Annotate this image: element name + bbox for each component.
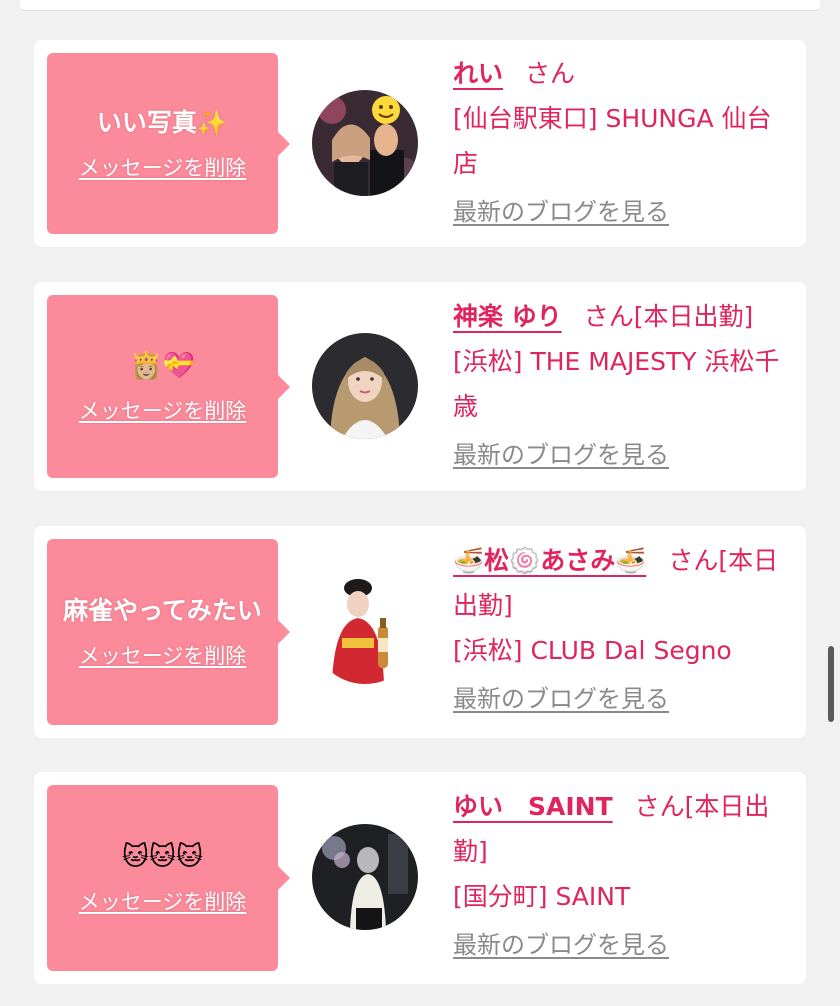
message-text: 👸🏼💝	[130, 350, 195, 381]
message-text: 🐱🐱🐱	[121, 842, 204, 872]
favorite-card: 麻雀やってみたい メッセージを削除 🍜松🍥あさみ🍜 さん[本日出勤] [浜松] C…	[34, 526, 806, 738]
info-block: ゆい SAINT さん[本日出勤] [国分町] SAINT 最新のブログを見る	[453, 784, 793, 967]
shop-name: [浜松] THE MAJESTY 浜松千歳	[453, 347, 780, 421]
shop-name: [国分町] SAINT	[453, 882, 631, 911]
avatar-photo	[312, 578, 418, 684]
delete-message-link[interactable]: メッセージを削除	[79, 888, 247, 916]
previous-card-edge	[0, 0, 840, 24]
info-block: 神楽 ゆり さん[本日出勤] [浜松] THE MAJESTY 浜松千歳 最新のブ…	[453, 294, 793, 477]
blog-link[interactable]: 最新のブログを見る	[453, 196, 669, 228]
san-suffix: さん	[668, 546, 719, 575]
avatar[interactable]	[312, 578, 418, 684]
san-suffix: さん	[525, 59, 576, 88]
message-box: 麻雀やってみたい メッセージを削除	[47, 539, 290, 725]
info-block: 🍜松🍥あさみ🍜 さん[本日出勤] [浜松] CLUB Dal Segno 最新のブ…	[453, 538, 793, 721]
avatar-photo	[312, 824, 418, 930]
avatar-photo	[312, 90, 418, 196]
favorite-card: 🐱🐱🐱 メッセージを削除 ゆい SAINT さん[本日出勤] [国分町] SAIN…	[34, 772, 806, 984]
avatar[interactable]	[312, 824, 418, 930]
message-box: 👸🏼💝 メッセージを削除	[47, 295, 290, 478]
avatar[interactable]	[312, 333, 418, 439]
info-block: れい さん [仙台駅東口] SHUNGA 仙台店 最新のブログを見る	[453, 51, 793, 234]
avatar-photo	[312, 333, 418, 439]
delete-message-link[interactable]: メッセージを削除	[79, 154, 247, 182]
work-status: [本日出勤]	[633, 302, 754, 331]
delete-message-link[interactable]: メッセージを削除	[79, 642, 247, 670]
delete-message-link[interactable]: メッセージを削除	[79, 397, 247, 425]
cast-name-link[interactable]: 神楽 ゆり	[453, 302, 562, 331]
shop-name: [浜松] CLUB Dal Segno	[453, 636, 732, 665]
cast-name-link[interactable]: ゆい SAINT	[453, 792, 613, 821]
scrollbar[interactable]	[828, 646, 834, 722]
blog-link[interactable]: 最新のブログを見る	[453, 683, 669, 715]
cast-name-link[interactable]: れい	[453, 59, 503, 88]
message-text: 麻雀やってみたい	[63, 596, 262, 625]
message-text: いい写真✨	[96, 107, 229, 137]
blog-link[interactable]: 最新のブログを見る	[453, 439, 669, 471]
san-suffix: さん	[583, 302, 634, 331]
avatar[interactable]	[312, 90, 418, 196]
message-box: 🐱🐱🐱 メッセージを削除	[47, 785, 290, 971]
favorite-card: いい写真✨ メッセージを削除 れい さん [仙台駅東口] SHUNGA 仙台店 最…	[34, 40, 806, 247]
blog-link[interactable]: 最新のブログを見る	[453, 929, 669, 961]
cast-name-link[interactable]: 🍜松🍥あさみ🍜	[453, 546, 646, 575]
shop-name: [仙台駅東口] SHUNGA 仙台店	[453, 104, 772, 178]
favorite-card: 👸🏼💝 メッセージを削除 神楽 ゆり さん[本日出勤] [浜松] THE MAJE…	[34, 282, 806, 491]
san-suffix: さん	[634, 792, 685, 821]
message-box: いい写真✨ メッセージを削除	[47, 53, 290, 234]
